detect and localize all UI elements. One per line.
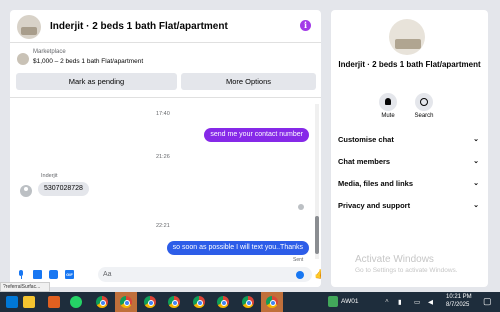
activation-watermark-subtitle: Go to Settings to activate Windows. (355, 267, 458, 274)
info-icon[interactable]: i (300, 20, 311, 31)
contact-name: Inderjit · 2 beds 1 bath Flat/apartment (338, 60, 481, 69)
listing-thumbnail[interactable] (17, 53, 29, 65)
network-icon[interactable]: ▮ (398, 298, 402, 306)
conversation-info-panel: Inderjit · 2 beds 1 bath Flat/apartment … (331, 10, 488, 287)
emoji-icon[interactable] (296, 271, 304, 279)
activation-watermark: Activate Windows (355, 254, 434, 265)
scrollbar-thumb[interactable] (315, 216, 319, 254)
contact-avatar[interactable] (17, 15, 41, 39)
mute-label: Mute (381, 113, 395, 119)
timestamp: 22:21 (156, 223, 170, 229)
chat-title[interactable]: Inderjit · 2 beds 1 bath Flat/apartment (50, 21, 228, 32)
mark-as-pending-button[interactable]: Mark as pending (16, 73, 177, 90)
message-input[interactable]: Aa (98, 267, 312, 282)
clock-date[interactable]: 8/7/2025 (446, 302, 469, 308)
chevron-down-icon: ⌄ (473, 158, 479, 165)
notification-icon[interactable]: ▢ (483, 296, 492, 307)
chrome-icon[interactable] (242, 296, 254, 308)
chat-header: Inderjit · 2 beds 1 bath Flat/apartment … (10, 10, 321, 43)
more-options-button[interactable]: More Options (181, 73, 316, 90)
message-list[interactable]: 17:40 send me your contact number 21:26 … (10, 99, 321, 263)
like-icon[interactable]: 👍 (314, 270, 321, 279)
whatsapp-icon[interactable] (70, 296, 82, 308)
chevron-down-icon: ⌄ (473, 136, 479, 143)
marketplace-banner: Marketplace $1,000 – 2 beds 1 bath Flat/… (10, 44, 321, 98)
status-url: ?referralSurfac... (0, 282, 50, 292)
search-label: Search (414, 113, 434, 119)
sender-name: Inderjit (41, 173, 58, 179)
start-icon[interactable] (6, 296, 18, 308)
clock-time[interactable]: 10:21 PM (446, 294, 472, 300)
contact-avatar-large[interactable] (389, 19, 425, 55)
section-label: Media, files and links (338, 179, 414, 188)
outgoing-message[interactable]: so soon as possible I will text you..Tha… (166, 241, 309, 255)
chrome-icon[interactable] (217, 296, 229, 308)
section-chat-members[interactable]: Chat members ⌄ (338, 155, 481, 169)
composer: GIF Aa 👍 (10, 262, 321, 287)
sticker-icon[interactable] (49, 270, 58, 279)
chevron-down-icon: ⌄ (473, 202, 479, 209)
marketplace-label: Marketplace (33, 49, 66, 55)
monitor-icon[interactable]: ▭ (414, 298, 420, 306)
message-scrollbar[interactable] (315, 104, 319, 259)
chrome-icon[interactable] (168, 296, 180, 308)
chat-panel: Inderjit · 2 beds 1 bath Flat/apartment … (10, 10, 321, 287)
section-label: Customise chat (338, 135, 394, 144)
section-label: Privacy and support (338, 201, 411, 210)
chrome-icon[interactable] (96, 296, 108, 308)
incoming-message[interactable]: 5307028728 (38, 182, 89, 196)
chrome-icon[interactable] (120, 296, 132, 308)
chevron-down-icon: ⌄ (473, 180, 479, 187)
timestamp: 21:26 (156, 154, 170, 160)
section-label: Chat members (338, 157, 391, 166)
seen-avatar-icon (298, 204, 304, 210)
mute-button[interactable] (379, 93, 397, 111)
sender-avatar[interactable] (20, 185, 32, 197)
listing-title[interactable]: $1,000 – 2 beds 1 bath Flat/apartment (33, 58, 143, 65)
chrome-icon[interactable] (144, 296, 156, 308)
tray-app-icon[interactable] (328, 296, 338, 307)
section-customise-chat[interactable]: Customise chat ⌄ (338, 133, 481, 147)
taskbar: AW01 ˄ ▮ ▭ ◀ 10:21 PM 8/7/2025 ▢ (0, 292, 500, 312)
outgoing-message[interactable]: send me your contact number (204, 128, 309, 142)
speaker-icon[interactable]: ◀ (428, 298, 433, 306)
gif-icon[interactable]: GIF (65, 270, 74, 279)
chrome-icon[interactable] (266, 296, 278, 308)
search-button[interactable] (415, 93, 433, 111)
microphone-icon[interactable] (17, 270, 26, 279)
tray-chevron-icon[interactable]: ˄ (385, 298, 389, 305)
app-icon[interactable] (48, 296, 60, 308)
timestamp: 17:40 (156, 111, 170, 117)
gallery-icon[interactable] (33, 270, 42, 279)
chrome-icon[interactable] (193, 296, 205, 308)
file-explorer-icon[interactable] (23, 296, 35, 308)
tray-label[interactable]: AW01 (341, 298, 358, 305)
section-privacy-support[interactable]: Privacy and support ⌄ (338, 199, 481, 213)
section-media-files-links[interactable]: Media, files and links ⌄ (338, 177, 481, 191)
